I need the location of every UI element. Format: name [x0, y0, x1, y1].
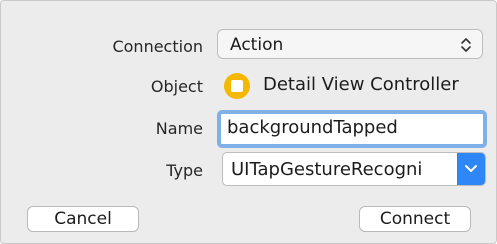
connection-popup[interactable]: Action — [217, 29, 483, 59]
type-label: Type — [166, 161, 203, 180]
name-input[interactable] — [227, 117, 467, 138]
type-value: UITapGestureRecogni — [231, 159, 423, 180]
cancel-button[interactable]: Cancel — [27, 206, 139, 232]
object-label: Object — [150, 77, 203, 96]
connection-dialog: Connection Action Object Detail View Con… — [0, 0, 497, 244]
connection-value: Action — [230, 35, 284, 55]
object-value: Detail View Controller — [263, 74, 459, 95]
type-dropdown-button[interactable] — [457, 153, 485, 185]
connection-label: Connection — [112, 37, 203, 56]
view-controller-icon — [224, 73, 250, 99]
type-combobox[interactable]: UITapGestureRecogni — [222, 152, 486, 186]
up-down-chevron-icon — [461, 38, 471, 52]
connect-button[interactable]: Connect — [359, 206, 471, 232]
name-label: Name — [155, 119, 203, 138]
chevron-down-icon — [465, 165, 477, 172]
name-field[interactable] — [217, 110, 487, 148]
